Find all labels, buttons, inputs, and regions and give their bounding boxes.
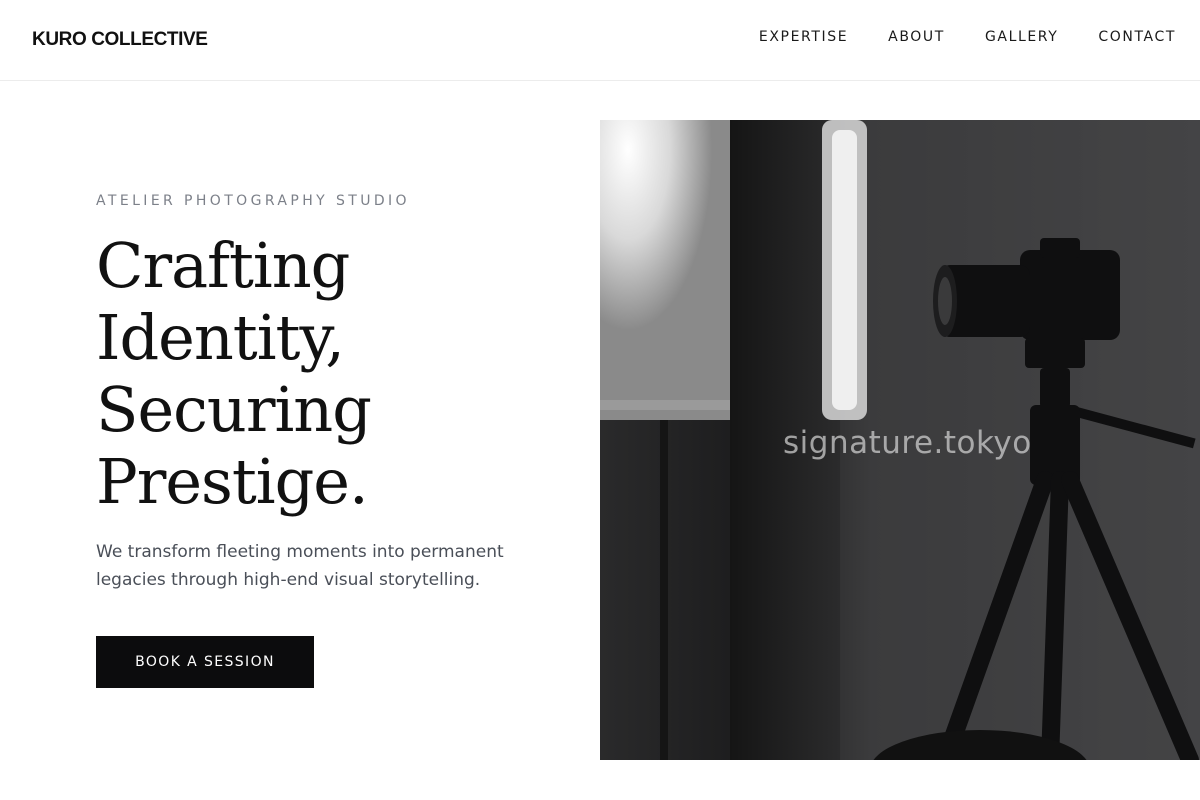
headline-line: Securing xyxy=(96,373,372,446)
nav-link-expertise[interactable]: EXPERTISE xyxy=(759,29,848,45)
main-nav: EXPERTISE ABOUT GALLERY CONTACT xyxy=(719,29,1176,45)
nav-link-contact[interactable]: CONTACT xyxy=(1098,29,1176,45)
image-watermark: signature.tokyo xyxy=(783,425,1032,461)
headline-line: Prestige. xyxy=(96,445,369,518)
brand-logo[interactable]: KURO COLLECTIVE xyxy=(32,29,208,51)
book-session-button[interactable]: BOOK A SESSION xyxy=(96,636,314,688)
hero-headline: Crafting Identity, Securing Prestige. xyxy=(96,230,566,518)
headline-line: Crafting xyxy=(96,229,350,302)
headline-line: Identity, xyxy=(96,301,345,374)
hero-image: signature.tokyo xyxy=(600,120,1200,760)
site-header: KURO COLLECTIVE EXPERTISE ABOUT GALLERY … xyxy=(0,0,1200,81)
nav-link-gallery[interactable]: GALLERY xyxy=(985,29,1058,45)
hero-text: ATELIER PHOTOGRAPHY STUDIO Crafting Iden… xyxy=(96,190,566,594)
nav-link-about[interactable]: ABOUT xyxy=(888,29,945,45)
hero-subtext: We transform fleeting moments into perma… xyxy=(96,542,504,590)
hero-eyebrow: ATELIER PHOTOGRAPHY STUDIO xyxy=(96,193,410,209)
